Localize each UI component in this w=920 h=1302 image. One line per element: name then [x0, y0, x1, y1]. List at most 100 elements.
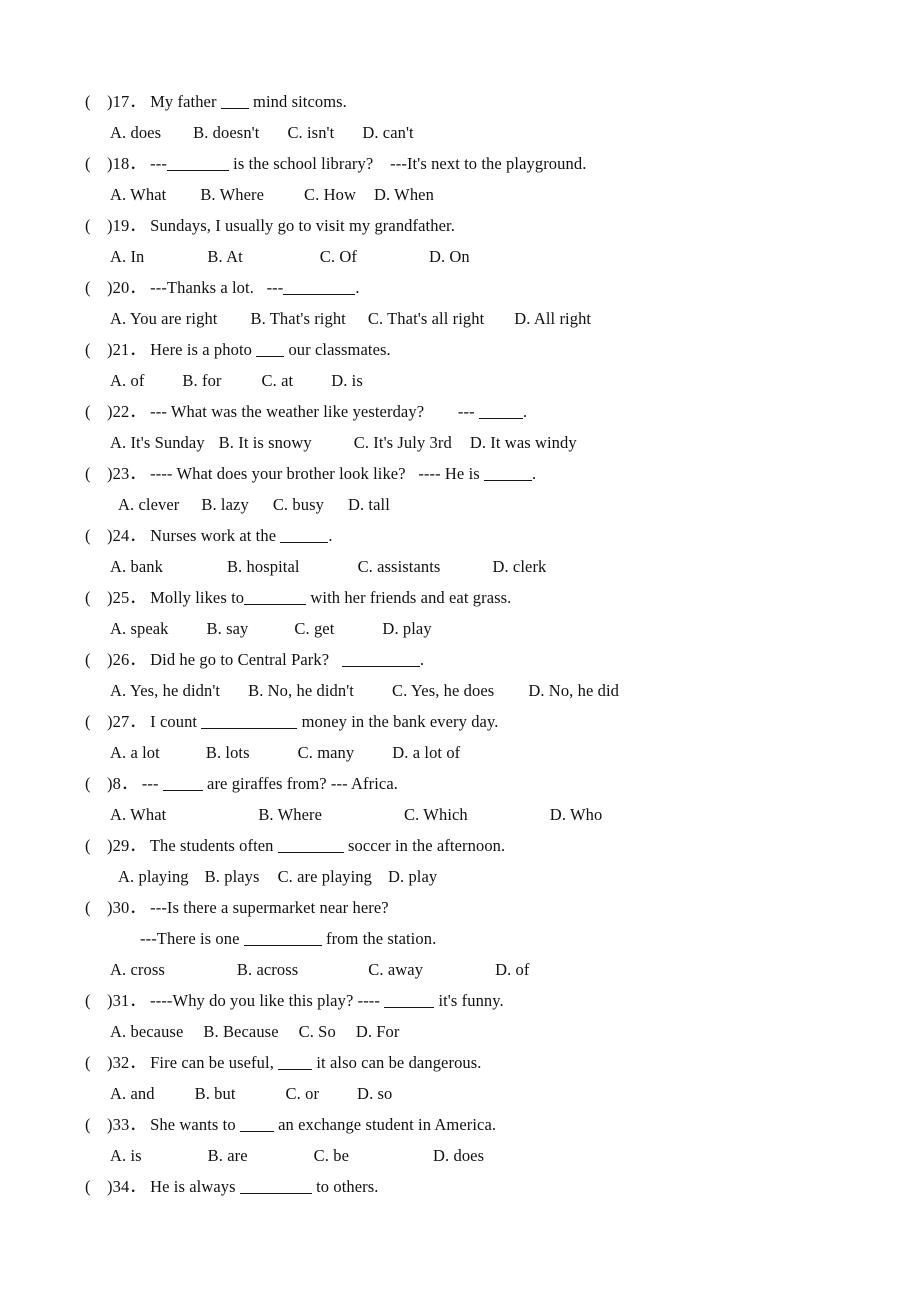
- answer-bracket[interactable]: (: [85, 644, 107, 675]
- answer-bracket[interactable]: (: [85, 458, 107, 489]
- option-choice[interactable]: A. clever: [118, 489, 179, 520]
- option-choice[interactable]: B. Because: [203, 1016, 278, 1047]
- option-choice[interactable]: D. Who: [550, 799, 603, 830]
- option-choice[interactable]: A. bank: [110, 551, 163, 582]
- answer-bracket[interactable]: (: [85, 768, 107, 799]
- option-choice[interactable]: B. lazy: [201, 489, 248, 520]
- answer-blank[interactable]: [243, 932, 322, 946]
- option-choice[interactable]: C. So: [299, 1016, 336, 1047]
- option-choice[interactable]: B. Where: [258, 799, 322, 830]
- option-choice[interactable]: C. away: [368, 954, 423, 985]
- option-choice[interactable]: C. get: [294, 613, 334, 644]
- option-choice[interactable]: A. because: [110, 1016, 183, 1047]
- answer-blank[interactable]: [166, 157, 229, 171]
- option-choice[interactable]: D. so: [357, 1078, 392, 1109]
- answer-bracket[interactable]: (: [85, 148, 107, 179]
- answer-blank[interactable]: [201, 715, 298, 729]
- option-choice[interactable]: B. Where: [200, 179, 264, 210]
- answer-blank[interactable]: [162, 777, 203, 791]
- option-choice[interactable]: C. isn't: [287, 117, 334, 148]
- option-choice[interactable]: A. a lot: [110, 737, 160, 768]
- answer-bracket[interactable]: (: [85, 582, 107, 613]
- answer-bracket[interactable]: (: [85, 272, 107, 303]
- answer-bracket[interactable]: (: [85, 892, 107, 923]
- option-choice[interactable]: D. All right: [514, 303, 591, 334]
- answer-bracket[interactable]: (: [85, 210, 107, 241]
- option-choice[interactable]: C. assistants: [358, 551, 441, 582]
- option-choice[interactable]: D. clerk: [492, 551, 546, 582]
- answer-blank[interactable]: [478, 405, 523, 419]
- option-choice[interactable]: B. plays: [205, 861, 260, 892]
- answer-blank[interactable]: [484, 467, 533, 481]
- option-choice[interactable]: B. across: [237, 954, 298, 985]
- answer-blank[interactable]: [239, 1180, 312, 1194]
- answer-blank[interactable]: [280, 529, 329, 543]
- answer-bracket[interactable]: (: [85, 520, 107, 551]
- option-choice[interactable]: A. It's Sunday: [110, 427, 205, 458]
- option-choice[interactable]: A. cross: [110, 954, 165, 985]
- option-choice[interactable]: B. lots: [206, 737, 250, 768]
- answer-blank[interactable]: [278, 1056, 313, 1070]
- answer-blank[interactable]: [220, 95, 249, 109]
- answer-bracket[interactable]: (: [85, 86, 107, 117]
- option-choice[interactable]: A. playing: [118, 861, 189, 892]
- answer-bracket[interactable]: (: [85, 1171, 107, 1202]
- option-choice[interactable]: D. On: [429, 241, 470, 272]
- option-choice[interactable]: D. a lot of: [392, 737, 460, 768]
- answer-blank[interactable]: [283, 281, 356, 295]
- option-choice[interactable]: C. are playing: [278, 861, 372, 892]
- answer-blank[interactable]: [341, 653, 420, 667]
- option-choice[interactable]: B. hospital: [227, 551, 300, 582]
- answer-blank[interactable]: [239, 1118, 274, 1132]
- option-choice[interactable]: C. or: [286, 1078, 320, 1109]
- option-choice[interactable]: C. Which: [404, 799, 468, 830]
- option-choice[interactable]: A. What: [110, 799, 166, 830]
- option-choice[interactable]: C. at: [262, 365, 294, 396]
- option-choice[interactable]: B. doesn't: [193, 117, 259, 148]
- answer-bracket[interactable]: (: [85, 334, 107, 365]
- option-choice[interactable]: C. How: [304, 179, 356, 210]
- option-choice[interactable]: B. are: [208, 1140, 248, 1171]
- answer-bracket[interactable]: (: [85, 830, 107, 861]
- option-choice[interactable]: C. Of: [320, 241, 357, 272]
- answer-blank[interactable]: [256, 343, 285, 357]
- option-choice[interactable]: C. Yes, he does: [392, 675, 494, 706]
- option-choice[interactable]: B. but: [195, 1078, 236, 1109]
- answer-bracket[interactable]: (: [85, 706, 107, 737]
- option-choice[interactable]: C. many: [298, 737, 355, 768]
- option-choice[interactable]: D. play: [382, 613, 431, 644]
- option-choice[interactable]: B. for: [182, 365, 221, 396]
- option-choice[interactable]: D. is: [331, 365, 363, 396]
- answer-blank[interactable]: [384, 994, 435, 1008]
- answer-blank[interactable]: [277, 839, 344, 853]
- answer-bracket[interactable]: (: [85, 396, 107, 427]
- option-choice[interactable]: D. play: [388, 861, 437, 892]
- option-choice[interactable]: A. You are right: [110, 303, 217, 334]
- answer-bracket[interactable]: (: [85, 985, 107, 1016]
- option-choice[interactable]: A. speak: [110, 613, 169, 644]
- option-choice[interactable]: A. and: [110, 1078, 155, 1109]
- option-choice[interactable]: D. tall: [348, 489, 390, 520]
- option-choice[interactable]: A. Yes, he didn't: [110, 675, 220, 706]
- option-choice[interactable]: A. does: [110, 117, 161, 148]
- option-choice[interactable]: A. In: [110, 241, 144, 272]
- option-choice[interactable]: B. At: [207, 241, 242, 272]
- option-choice[interactable]: D. It was windy: [470, 427, 577, 458]
- option-choice[interactable]: D. No, he did: [528, 675, 619, 706]
- answer-blank[interactable]: [244, 591, 307, 605]
- option-choice[interactable]: A. What: [110, 179, 166, 210]
- option-choice[interactable]: D. does: [433, 1140, 484, 1171]
- option-choice[interactable]: C. It's July 3rd: [354, 427, 452, 458]
- option-choice[interactable]: D. For: [356, 1016, 400, 1047]
- option-choice[interactable]: B. That's right: [250, 303, 345, 334]
- option-choice[interactable]: C. busy: [273, 489, 324, 520]
- option-choice[interactable]: A. of: [110, 365, 144, 396]
- answer-bracket[interactable]: (: [85, 1047, 107, 1078]
- option-choice[interactable]: C. That's all right: [368, 303, 484, 334]
- option-choice[interactable]: A. is: [110, 1140, 142, 1171]
- option-choice[interactable]: B. say: [207, 613, 249, 644]
- option-choice[interactable]: B. It is snowy: [219, 427, 312, 458]
- option-choice[interactable]: D. When: [374, 179, 434, 210]
- option-choice[interactable]: B. No, he didn't: [248, 675, 354, 706]
- option-choice[interactable]: C. be: [314, 1140, 349, 1171]
